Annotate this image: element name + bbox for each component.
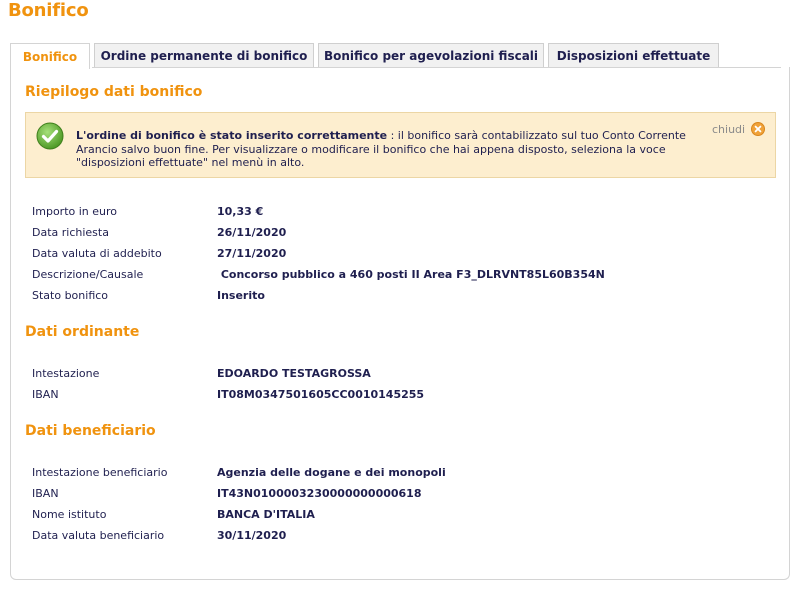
- close-icon[interactable]: [751, 122, 766, 136]
- row-value: IT08M0347501605CC0010145255: [217, 387, 425, 401]
- row-label: Stato bonifico: [32, 288, 109, 302]
- tab-disposizioni-effettuate[interactable]: Disposizioni effettuate: [548, 43, 719, 67]
- summary-row-data-richiesta: Data richiesta 26/11/2020: [32, 223, 286, 241]
- row-label: Data valuta beneficiario: [32, 528, 165, 542]
- notice-message-bold: L'ordine di bonifico è stato inserito co…: [76, 129, 388, 142]
- tab-bonifico[interactable]: Bonifico: [10, 43, 90, 69]
- tab-ordine-permanente[interactable]: Ordine permanente di bonifico: [94, 43, 314, 67]
- summary-row-stato: Stato bonifico Inserito: [32, 286, 265, 304]
- close-label[interactable]: chiudi: [712, 123, 745, 136]
- page-title: Bonifico: [8, 0, 89, 21]
- beneficiario-row-iban: IBAN IT43N0100003230000000000618: [32, 484, 422, 502]
- beneficiario-row-data-valuta: Data valuta beneficiario 30/11/2020: [32, 526, 286, 544]
- beneficiario-row-istituto: Nome istituto BANCA D'ITALIA: [32, 505, 315, 523]
- row-label: Data richiesta: [32, 225, 109, 239]
- notice-message: L'ordine di bonifico è stato inserito co…: [76, 129, 696, 170]
- row-value: 30/11/2020: [217, 528, 287, 542]
- ordinante-section-title: Dati ordinante: [25, 324, 140, 340]
- row-value: Inserito: [217, 288, 265, 302]
- summary-row-causale: Descrizione/Causale Concorso pubblico a …: [32, 265, 605, 283]
- check-circle-icon: [36, 122, 64, 150]
- row-label: Data valuta di addebito: [32, 246, 162, 260]
- summary-section-title: Riepilogo dati bonifico: [25, 84, 203, 100]
- row-value: 27/11/2020: [217, 246, 287, 260]
- success-notice: L'ordine di bonifico è stato inserito co…: [25, 112, 776, 178]
- row-value: 10,33 €: [217, 204, 264, 218]
- row-value: Concorso pubblico a 460 posti II Area F3…: [217, 267, 605, 281]
- tab-agevolazioni-fiscali[interactable]: Bonifico per agevolazioni fiscali: [318, 43, 544, 67]
- tab-bar: Bonifico Ordine permanente di bonifico B…: [10, 43, 790, 69]
- row-label: IBAN: [32, 486, 59, 500]
- summary-row-data-valuta: Data valuta di addebito 27/11/2020: [32, 244, 286, 262]
- row-value: EDOARDO TESTAGROSSA: [217, 366, 371, 380]
- row-label: Descrizione/Causale: [32, 267, 144, 281]
- row-label: Nome istituto: [32, 507, 107, 521]
- row-value: Agenzia delle dogane e dei monopoli: [217, 465, 446, 479]
- row-value: BANCA D'ITALIA: [217, 507, 315, 521]
- summary-row-importo: Importo in euro 10,33 €: [32, 202, 263, 220]
- ordinante-row-iban: IBAN IT08M0347501605CC0010145255: [32, 385, 424, 403]
- row-label: Importo in euro: [32, 204, 118, 218]
- beneficiario-row-intestazione: Intestazione beneficiario Agenzia delle …: [32, 463, 446, 481]
- row-label: IBAN: [32, 387, 59, 401]
- beneficiario-section-title: Dati beneficiario: [25, 423, 156, 439]
- row-value: 26/11/2020: [217, 225, 287, 239]
- close-notice-button[interactable]: chiudi: [712, 122, 766, 136]
- row-label: Intestazione: [32, 366, 100, 380]
- row-label: Intestazione beneficiario: [32, 465, 168, 479]
- ordinante-row-intestazione: Intestazione EDOARDO TESTAGROSSA: [32, 364, 371, 382]
- row-value: IT43N0100003230000000000618: [217, 486, 422, 500]
